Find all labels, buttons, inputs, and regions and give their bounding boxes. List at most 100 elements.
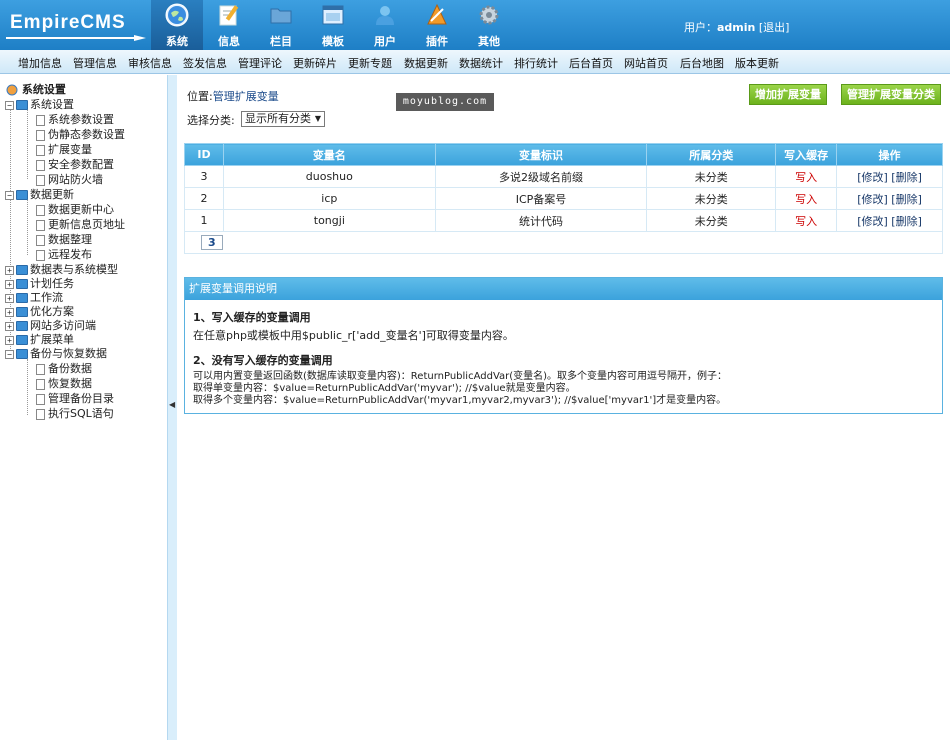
tree-item-data-cleanup[interactable]: 数据整理 xyxy=(36,231,92,247)
tree-root[interactable]: 系统设置 xyxy=(6,81,66,97)
tree-line xyxy=(27,359,28,415)
category-select[interactable]: 显示所有分类 ▼ xyxy=(241,111,325,127)
folder-icon xyxy=(16,349,28,359)
col-id: ID xyxy=(184,143,224,166)
table-row: 1 tongji 统计代码 未分类 写入 [修改] [删除] xyxy=(184,209,943,232)
plugin-icon xyxy=(427,3,447,25)
table-header-row: ID 变量名 变量标识 所属分类 写入缓存 操作 xyxy=(184,143,943,166)
tree-item-run-sql[interactable]: 执行SQL语句 xyxy=(36,405,114,421)
expand-icon[interactable]: + xyxy=(5,265,14,275)
menu-rank-stats[interactable]: 排行统计 xyxy=(514,55,558,71)
nav-template[interactable]: 模板 xyxy=(307,0,359,50)
nav-other[interactable]: 其他 xyxy=(463,0,515,50)
tree-group-system-settings[interactable]: − 系统设置 xyxy=(5,96,74,112)
settings-globe-icon xyxy=(6,84,18,96)
vars-table: ID 变量名 变量标识 所属分类 写入缓存 操作 3 duoshuo 多说2级域… xyxy=(184,143,943,254)
edit-icon xyxy=(219,5,239,26)
nav-column[interactable]: 栏目 xyxy=(255,0,307,50)
tree-item-restore-data[interactable]: 恢复数据 xyxy=(36,375,92,391)
filter-label: 选择分类: xyxy=(187,114,235,127)
help-section1-text: 在任意php或模板中用$public_r['add_变量名']可取得变量内容。 xyxy=(193,329,514,342)
logout-link[interactable]: [退出] xyxy=(759,21,790,34)
help-panel: 扩展变量调用说明 1、写入缓存的变量调用 在任意php或模板中用$public_… xyxy=(184,277,943,414)
folder-icon xyxy=(16,321,28,331)
folder-icon xyxy=(16,335,28,345)
tree-item-update-center[interactable]: 数据更新中心 xyxy=(36,201,114,217)
menu-data-stats[interactable]: 数据统计 xyxy=(459,55,503,71)
menu-admin-home[interactable]: 后台首页 xyxy=(569,55,613,71)
help-title: 扩展变量调用说明 xyxy=(185,278,942,300)
tree-item-backup-data[interactable]: 备份数据 xyxy=(36,360,92,376)
expand-icon[interactable]: + xyxy=(5,321,14,331)
tree-group-backup-restore[interactable]: − 备份与恢复数据 xyxy=(5,345,107,361)
folder-icon xyxy=(16,307,28,317)
document-icon xyxy=(36,204,45,216)
top-header: EmpireCMS 系统 信息 栏目 模板 用户 插件 其他 用户：admin … xyxy=(0,0,950,50)
document-icon xyxy=(36,129,45,141)
write-cache-link[interactable]: 写入 xyxy=(775,165,838,188)
document-icon xyxy=(36,174,45,186)
folder-icon xyxy=(16,265,28,275)
tree-item-security-params[interactable]: 安全参数配置 xyxy=(36,156,114,172)
nav-plugin[interactable]: 插件 xyxy=(411,0,463,50)
add-extend-var-button[interactable]: 增加扩展变量 xyxy=(749,84,827,105)
write-cache-link[interactable]: 写入 xyxy=(775,209,838,232)
tree-item-extend-vars[interactable]: 扩展变量 xyxy=(36,141,92,157)
nav-info[interactable]: 信息 xyxy=(203,0,255,50)
collapse-arrow-icon[interactable]: ◀ xyxy=(169,400,175,409)
sidebar-splitter[interactable]: ◀ xyxy=(167,75,177,740)
nav-system[interactable]: 系统 xyxy=(151,0,203,50)
tree-item-rewrite-params[interactable]: 伪静态参数设置 xyxy=(36,126,125,142)
expand-icon[interactable]: + xyxy=(5,335,14,345)
tree-item-system-params[interactable]: 系统参数设置 xyxy=(36,111,114,127)
document-icon xyxy=(36,144,45,156)
collapse-icon[interactable]: − xyxy=(5,349,14,359)
menu-site-home[interactable]: 网站首页 xyxy=(624,55,668,71)
expand-icon[interactable]: + xyxy=(5,307,14,317)
table-row: 3 duoshuo 多说2级域名前缀 未分类 写入 [修改] [删除] xyxy=(184,165,943,188)
col-var-key: 变量标识 xyxy=(434,143,648,166)
nav-user[interactable]: 用户 xyxy=(359,0,411,50)
menu-add-info[interactable]: 增加信息 xyxy=(18,55,62,71)
collapse-icon[interactable]: − xyxy=(5,190,14,200)
folder-icon xyxy=(270,8,292,24)
tree-line xyxy=(27,199,28,255)
help-section1-title: 1、写入缓存的变量调用 xyxy=(193,311,311,324)
menu-manage-comments[interactable]: 管理评论 xyxy=(238,55,282,71)
menu-admin-map[interactable]: 后台地图 xyxy=(680,55,724,71)
menu-update-fragments[interactable]: 更新碎片 xyxy=(293,55,337,71)
edit-delete-links[interactable]: [修改] [删除] xyxy=(836,165,943,188)
edit-delete-links[interactable]: [修改] [删除] xyxy=(836,187,943,210)
document-icon xyxy=(36,393,45,405)
tree-item-remote-publish[interactable]: 远程发布 xyxy=(36,246,92,262)
manage-var-category-button[interactable]: 管理扩展变量分类 xyxy=(841,84,941,105)
quick-menu: 增加信息 管理信息 审核信息 签发信息 管理评论 更新碎片 更新专题 数据更新 … xyxy=(0,50,950,74)
folder-icon xyxy=(16,190,28,200)
edit-delete-links[interactable]: [修改] [删除] xyxy=(836,209,943,232)
document-icon xyxy=(36,249,45,261)
tree-item-update-page-url[interactable]: 更新信息页地址 xyxy=(36,216,125,232)
menu-update-topics[interactable]: 更新专题 xyxy=(348,55,392,71)
tree-item-manage-backup-dir[interactable]: 管理备份目录 xyxy=(36,390,114,406)
document-icon xyxy=(36,378,45,390)
menu-data-update[interactable]: 数据更新 xyxy=(404,55,448,71)
empirecms-logo[interactable]: EmpireCMS xyxy=(6,8,146,42)
expand-icon[interactable]: + xyxy=(5,279,14,289)
tree-item-firewall[interactable]: 网站防火墙 xyxy=(36,171,103,187)
menu-review-info[interactable]: 审核信息 xyxy=(128,55,172,71)
col-cache: 写入缓存 xyxy=(775,143,838,166)
globe-icon xyxy=(165,3,189,27)
menu-version-update[interactable]: 版本更新 xyxy=(735,55,779,71)
col-actions: 操作 xyxy=(836,143,943,166)
table-row: 2 icp ICP备案号 未分类 写入 [修改] [删除] xyxy=(184,187,943,210)
collapse-icon[interactable]: − xyxy=(5,100,14,110)
write-cache-link[interactable]: 写入 xyxy=(775,187,838,210)
breadcrumb-link[interactable]: 管理扩展变量 xyxy=(213,90,279,103)
expand-icon[interactable]: + xyxy=(5,293,14,303)
menu-manage-info[interactable]: 管理信息 xyxy=(73,55,117,71)
folder-icon xyxy=(16,279,28,289)
menu-sign-info[interactable]: 签发信息 xyxy=(183,55,227,71)
tree-group-data-update[interactable]: − 数据更新 xyxy=(5,186,74,202)
user-info: 用户：admin [退出] xyxy=(684,21,790,34)
page-number[interactable]: 3 xyxy=(201,235,223,250)
